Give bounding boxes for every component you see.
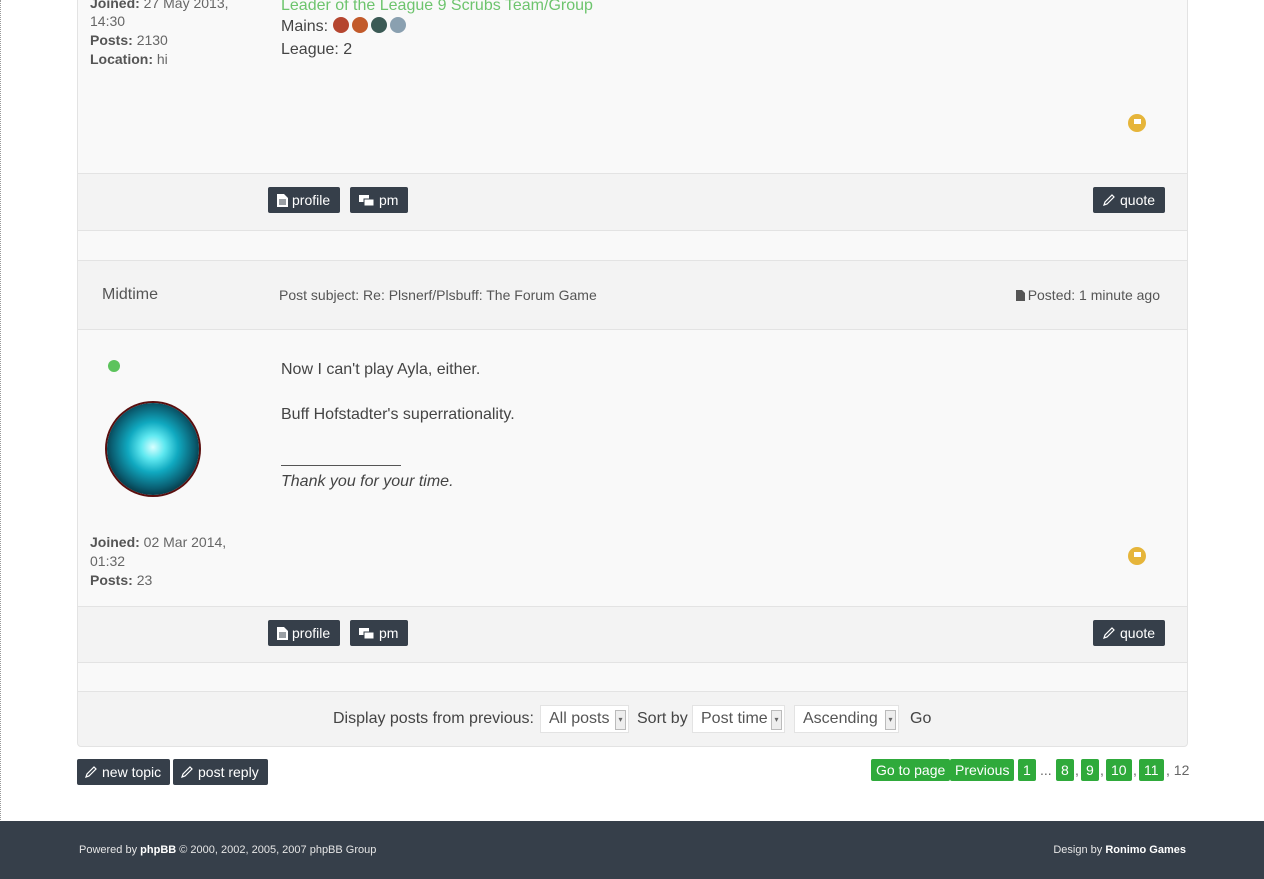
pencil-icon (1103, 627, 1115, 639)
post-2-actions (77, 606, 1188, 663)
pagination-comma: , (1100, 762, 1104, 778)
pagination-comma: , (1075, 762, 1079, 778)
character-icon-2 (351, 17, 368, 33)
profile-button[interactable]: profile (268, 187, 341, 213)
joined-value: 27 May 2013, (143, 0, 229, 11)
joined-label: Joined: (90, 0, 140, 11)
signature-text: Thank you for your time. (281, 473, 454, 490)
post-2-joined-time: 01:32 (90, 553, 126, 569)
page-link-1[interactable]: 1 (1018, 759, 1036, 781)
post-spacer (77, 663, 1188, 692)
display-posts-select[interactable]: All posts ▾ (540, 705, 629, 733)
chevron-down-icon: ▾ (885, 710, 896, 730)
chevron-down-icon: ▾ (771, 710, 782, 730)
post-timestamp: Posted: 1 minute ago (1015, 287, 1160, 303)
post-author[interactable]: Midtime (102, 286, 158, 304)
report-flag-icon[interactable] (1128, 114, 1146, 132)
phpbb-link[interactable]: phpBB (140, 844, 176, 856)
previous-page-button[interactable]: Previous (950, 759, 1015, 781)
page-left-border (0, 0, 2, 822)
chat-icon (359, 195, 375, 207)
sort-order-select[interactable]: Ascending ▾ (794, 705, 899, 733)
new-topic-button[interactable]: new topic (77, 759, 171, 785)
document-icon (277, 627, 288, 640)
pagination-current: , 12 (1166, 762, 1190, 778)
quote-button[interactable]: quote (1093, 187, 1166, 213)
sort-by-select[interactable]: Post time ▾ (692, 705, 785, 733)
post-reply-button[interactable]: post reply (173, 759, 268, 785)
post-2-joined: Joined: 02 Mar 2014, (90, 534, 227, 550)
quote-button[interactable]: quote (1093, 620, 1166, 646)
mains-line: Mains: (281, 17, 409, 36)
pencil-icon (1103, 194, 1115, 206)
character-icon-3 (370, 17, 387, 33)
league-line: League: 2 (281, 41, 353, 58)
post-subject: Post subject: Re: Plsnerf/Plsbuff: The F… (279, 287, 597, 303)
post-1 (77, 0, 1188, 174)
post-2 (77, 329, 1188, 608)
chevron-down-icon: ▾ (615, 710, 626, 730)
pagination-ellipsis: ... (1040, 762, 1052, 778)
character-icon-1 (332, 17, 349, 33)
page-link-9[interactable]: 9 (1081, 759, 1099, 781)
character-icon-4 (389, 17, 406, 33)
display-posts-label: Display posts from previous: (333, 710, 534, 727)
post-1-location: Location: hi (90, 51, 168, 67)
pencil-icon (85, 766, 97, 778)
go-button[interactable]: Go (910, 710, 931, 728)
post-icon (1015, 290, 1025, 301)
pencil-icon (181, 766, 193, 778)
signature-divider (281, 465, 401, 466)
sort-by-label: Sort by (637, 710, 688, 727)
post-spacer (77, 231, 1188, 261)
post-1-actions (77, 173, 1188, 231)
page-footer: Powered by phpBB © 2000, 2002, 2005, 200… (0, 821, 1264, 879)
report-flag-icon[interactable] (1128, 547, 1146, 565)
online-status-indicator (108, 360, 120, 372)
chat-icon (359, 628, 375, 640)
pm-button[interactable]: pm (350, 187, 409, 213)
go-to-page-button[interactable]: Go to page (871, 759, 951, 781)
pagination-comma: , (1133, 762, 1137, 778)
post-1-posts: Posts: 2130 (90, 32, 168, 48)
document-icon (277, 194, 288, 207)
avatar (107, 403, 199, 495)
footer-powered-by: Powered by phpBB © 2000, 2002, 2005, 200… (79, 844, 377, 856)
post-body-line-2: Buff Hofstadter's superrationality. (281, 406, 515, 423)
page-link-8[interactable]: 8 (1056, 759, 1074, 781)
post-1-joined-time: 14:30 (90, 13, 126, 29)
signature-leader-link[interactable]: Leader of the League 9 Scrubs Team/Group (281, 0, 593, 15)
profile-button[interactable]: profile (268, 620, 341, 646)
post-body-line-1: Now I can't play Ayla, either. (281, 361, 481, 378)
page-link-10[interactable]: 10 (1106, 759, 1132, 781)
pm-button[interactable]: pm (350, 620, 409, 646)
post-2-posts: Posts: 23 (90, 572, 153, 588)
footer-design-by: Design by Ronimo Games (1053, 844, 1186, 856)
ronimo-games-link[interactable]: Ronimo Games (1105, 844, 1186, 856)
sort-options-bar (77, 691, 1188, 747)
page-link-11[interactable]: 11 (1139, 759, 1164, 781)
